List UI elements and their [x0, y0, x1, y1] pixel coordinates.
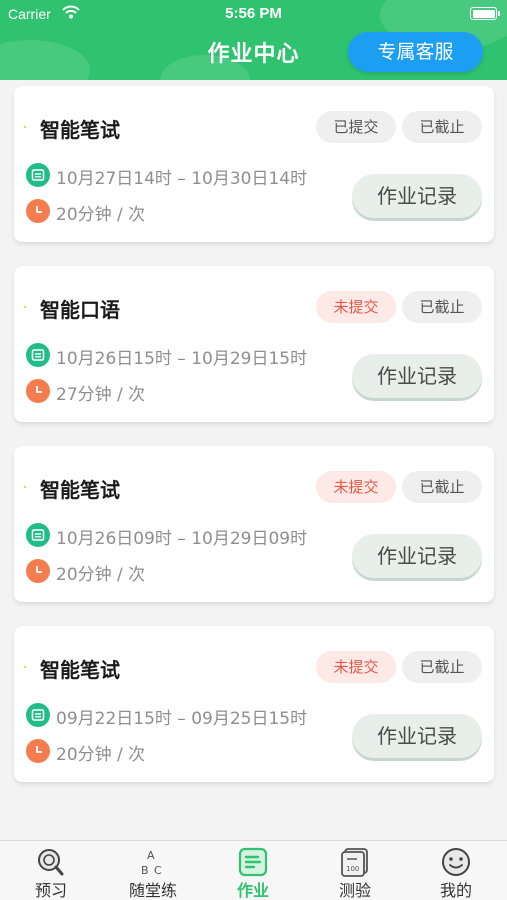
tab-label: 我的 — [439, 881, 472, 900]
status-bar: Carrier 5:56 PM — [0, 0, 507, 28]
tab-quiz[interactable]: 100 测验 — [315, 841, 395, 900]
tab-bar: 预习 A B C 随堂练 作业 100 测验 我的 — [0, 840, 507, 900]
date-range-text: 10月27日14时 – 10月30日14时 — [56, 169, 308, 189]
submit-status-badge: 未提交 — [316, 291, 396, 323]
duration-text: 20分钟 / 次 — [56, 565, 146, 585]
homework-icon — [238, 847, 268, 877]
assignment-record-button[interactable]: 作业记录 — [352, 534, 482, 578]
title-dot — [24, 126, 26, 128]
title-dot — [24, 306, 26, 308]
duration-text: 20分钟 / 次 — [56, 205, 146, 225]
duration-text: 20分钟 / 次 — [56, 745, 146, 765]
tab-label: 预习 — [34, 881, 67, 900]
tab-homework[interactable]: 作业 — [213, 841, 293, 900]
tab-preview[interactable]: 预习 — [11, 841, 91, 900]
calendar-icon — [26, 523, 50, 547]
tab-mine[interactable]: 我的 — [416, 841, 496, 900]
duration-text: 27分钟 / 次 — [56, 385, 146, 405]
calendar-icon — [26, 703, 50, 727]
abc-icon: A B C — [141, 849, 162, 877]
submit-status-badge: 已提交 — [316, 111, 396, 143]
status-time: 5:56 PM — [225, 5, 282, 22]
submit-status-badge: 未提交 — [316, 651, 396, 683]
title-dot — [24, 666, 26, 668]
svg-text:C: C — [154, 864, 162, 877]
clock-icon — [26, 379, 50, 403]
customer-service-button[interactable]: 专属客服 — [348, 32, 483, 72]
svg-text:A: A — [147, 849, 155, 862]
tab-label: 作业 — [236, 881, 269, 900]
quiz-icon: 100 — [341, 848, 368, 877]
assignment-card[interactable]: 智能笔试 未提交 已截止 10月26日09时 – 10月29日09时 20分钟 … — [14, 446, 494, 602]
assignment-record-button[interactable]: 作业记录 — [352, 714, 482, 758]
deadline-status-badge: 已截止 — [402, 111, 482, 143]
date-range-text: 10月26日15时 – 10月29日15时 — [56, 349, 308, 369]
assignment-title: 智能笔试 — [40, 118, 120, 142]
clock-icon — [26, 199, 50, 223]
assignment-title: 智能笔试 — [40, 658, 120, 682]
svg-text:B: B — [141, 864, 149, 877]
battery-icon — [470, 7, 500, 20]
clock-icon — [26, 739, 50, 763]
date-range-text: 09月22日15时 – 09月25日15时 — [56, 709, 308, 729]
tab-class-practice[interactable]: A B C 随堂练 — [113, 841, 193, 900]
calendar-icon — [26, 163, 50, 187]
submit-status-badge: 未提交 — [316, 471, 396, 503]
title-dot — [24, 486, 26, 488]
assignment-card[interactable]: 智能口语 未提交 已截止 10月26日15时 – 10月29日15时 27分钟 … — [14, 266, 494, 422]
date-range-text: 10月26日09时 – 10月29日09时 — [56, 529, 308, 549]
assignment-record-button[interactable]: 作业记录 — [352, 354, 482, 398]
magnifier-icon — [38, 849, 64, 876]
deadline-status-badge: 已截止 — [402, 471, 482, 503]
face-icon — [442, 848, 470, 876]
header-bar: Carrier 5:56 PM 作业中心 专属客服 — [0, 0, 507, 80]
assignment-title: 智能笔试 — [40, 478, 120, 502]
calendar-icon — [26, 343, 50, 367]
assignment-title: 智能口语 — [40, 298, 120, 322]
deadline-status-badge: 已截止 — [402, 651, 482, 683]
svg-text:100: 100 — [346, 865, 359, 873]
assignment-record-button[interactable]: 作业记录 — [352, 174, 482, 218]
clock-icon — [26, 559, 50, 583]
assignment-card[interactable]: 智能笔试 已提交 已截止 10月27日14时 – 10月30日14时 20分钟 … — [14, 86, 494, 242]
assignment-card[interactable]: 智能笔试 未提交 已截止 09月22日15时 – 09月25日15时 20分钟 … — [14, 626, 494, 782]
tab-label: 测验 — [338, 881, 371, 900]
tab-label: 随堂练 — [128, 881, 177, 900]
deadline-status-badge: 已截止 — [402, 291, 482, 323]
